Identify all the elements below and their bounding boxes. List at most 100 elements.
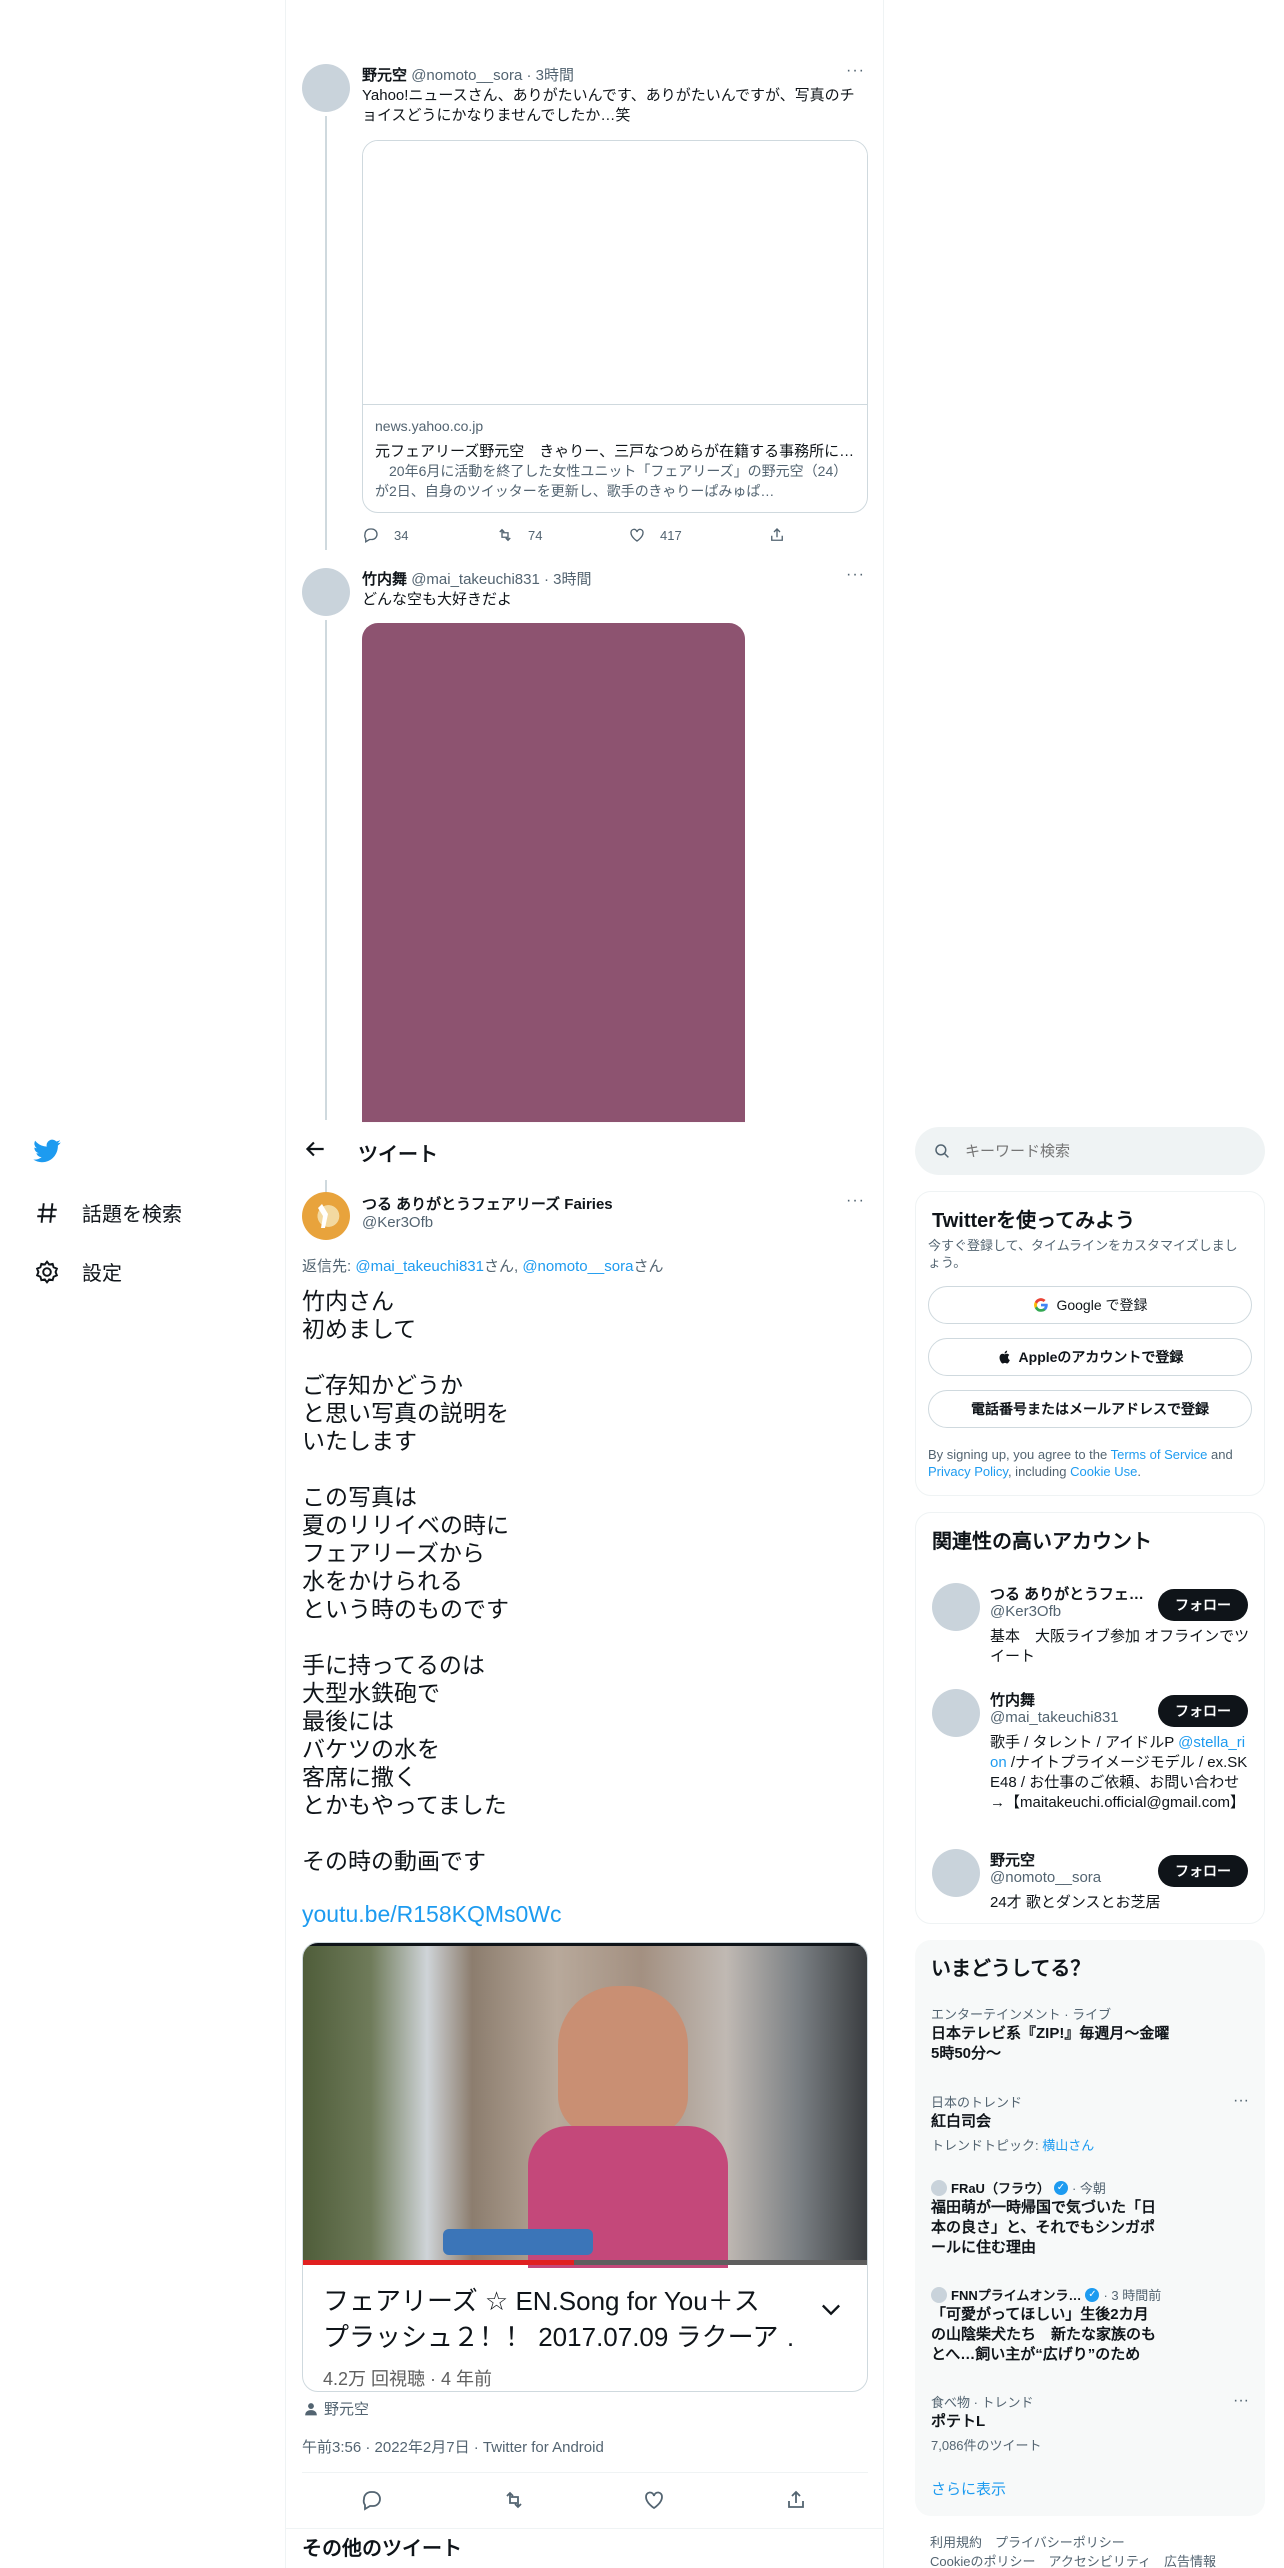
share-icon: [771, 528, 783, 541]
account-item[interactable]: 野元空 @nomoto__sora 24才 歌とダンスとお芝居 フォロー: [916, 1841, 1264, 1921]
video-thumbnail[interactable]: [303, 1943, 867, 2268]
trends-title: いまどうしてる？: [931, 1958, 1091, 1980]
mention-link[interactable]: @mai_takeuchi831: [355, 1258, 484, 1275]
share-button[interactable]: [768, 526, 786, 544]
more-options-icon[interactable]: ···: [846, 62, 865, 80]
account-handle: @nomoto__sora: [990, 1869, 1102, 1886]
author-handle[interactable]: @Ker3Ofb: [362, 1214, 433, 1231]
search-box[interactable]: [915, 1127, 1265, 1175]
show-more-link[interactable]: さらに表示: [931, 2478, 1006, 2499]
phone-email-signup-button[interactable]: 電話番号またはメールアドレスで登録: [928, 1390, 1252, 1428]
link-card[interactable]: news.yahoo.co.jp 元フェアリーズ野元空 きゃりー、三戸なつめらが…: [362, 140, 868, 513]
footer-links[interactable]: Cookieのポリシー アクセシビリティ 広告情報: [930, 2551, 1216, 2568]
trend-category: 日本のトレンド: [931, 2095, 1023, 2110]
account-name[interactable]: 竹内舞: [990, 1689, 1035, 1710]
verified-badge-icon: ✓: [1085, 2287, 1100, 2302]
trend-title[interactable]: 日本テレビ系『ZIP!』毎週月〜金曜 5時50分〜: [931, 2024, 1171, 2064]
avatar[interactable]: [302, 568, 350, 616]
avatar[interactable]: [932, 1583, 980, 1631]
page-title: ツイート: [358, 1144, 438, 1166]
search-input[interactable]: [965, 1142, 1225, 1160]
link-card-domain: news.yahoo.co.jp: [375, 418, 484, 434]
sidebar-item-explore[interactable]: 話題を検索: [34, 1198, 182, 1227]
trend-title[interactable]: ポテトL: [931, 2412, 985, 2432]
related-title: 関連性の高いアカウント: [932, 1531, 1152, 1553]
author-name[interactable]: つる ありがとうフェアリーズ Fairies: [362, 1193, 613, 1214]
avatar[interactable]: [302, 1192, 350, 1240]
account-handle: @mai_takeuchi831: [990, 1709, 1119, 1726]
divider: [286, 2528, 883, 2529]
follow-button[interactable]: フォロー: [1158, 1695, 1248, 1727]
tweet-text: どんな空も大好きだよ: [362, 591, 513, 608]
follow-button[interactable]: フォロー: [1158, 1855, 1248, 1887]
like-button[interactable]: [642, 2488, 666, 2517]
like-button[interactable]: 417: [628, 526, 682, 544]
follow-button[interactable]: フォロー: [1158, 1589, 1248, 1621]
tweet-image[interactable]: [362, 623, 745, 1123]
trend-topic-link[interactable]: 横山さん: [1042, 2138, 1094, 2153]
more-options-icon[interactable]: ···: [846, 1192, 865, 1210]
apple-icon: [999, 1350, 1010, 1364]
signup-panel: Twitterを使ってみよう 今すぐ登録して、タイムラインをカスタマイズしましょ…: [915, 1191, 1265, 1496]
more-options-icon[interactable]: ···: [1233, 2092, 1249, 2110]
reply-button[interactable]: [360, 2488, 384, 2517]
sidebar-item-settings[interactable]: 設定: [34, 1257, 122, 1286]
trend-source: FNNプライムオンラ… ✓ · 3 時間前: [931, 2285, 1161, 2304]
video-progress-bar: [303, 2260, 867, 2265]
sidebar-item-label: 話題を検索: [82, 1204, 182, 1226]
tweet-text: Yahoo!ニュースさん、ありがたいんです、ありがたいんですが、写真のチョイスど…: [362, 87, 855, 124]
more-options-icon[interactable]: ···: [846, 566, 865, 584]
account-name[interactable]: つる ありがとうフェ…: [990, 1583, 1144, 1604]
footer-links[interactable]: 利用規約 プライバシーポリシー: [930, 2532, 1125, 2551]
share-icon: [788, 2490, 804, 2508]
trend-subtitle: トレンドトピック: 横山さん: [931, 2138, 1095, 2153]
account-handle: @Ker3Ofb: [990, 1603, 1062, 1620]
tweet-author[interactable]: 野元空 @nomoto__sora · 3時間: [362, 64, 574, 85]
avatar[interactable]: [302, 64, 350, 112]
video-card[interactable]: フェアリーズ ☆ EN.Song for You＋ス プラッシュ２！！ 2017…: [302, 1942, 868, 2392]
avatar[interactable]: [932, 1849, 980, 1897]
more-options-icon[interactable]: ···: [1233, 2392, 1249, 2410]
expand-chevron-icon[interactable]: [817, 2295, 845, 2328]
main-column-right-border: [883, 0, 884, 2568]
privacy-link[interactable]: Privacy Policy: [928, 1464, 1008, 1479]
cookie-link[interactable]: Cookie Use: [1070, 1464, 1137, 1479]
trend-title[interactable]: 紅白司会: [931, 2112, 991, 2132]
retweet-button[interactable]: [502, 2488, 526, 2517]
thread-connector: [325, 620, 327, 1120]
video-title: フェアリーズ ☆ EN.Song for You＋ス プラッシュ２！！ 2017…: [323, 2286, 793, 2352]
tweet-body: 竹内さん 初めまして ご存知かどうか と思い写真の説明を いたします この写真は…: [302, 1288, 509, 1874]
tweet-author[interactable]: 竹内舞 @mai_takeuchi831 · 3時間: [362, 568, 592, 589]
terms-link[interactable]: Terms of Service: [1111, 1447, 1208, 1462]
avatar[interactable]: [932, 1689, 980, 1737]
signup-subtitle: 今すぐ登録して、タイムラインをカスタマイズしましょう。: [928, 1238, 1238, 1270]
account-name[interactable]: 野元空: [990, 1849, 1035, 1870]
tweet-timestamp[interactable]: 午前3:56 · 2022年2月7日 · Twitter for Android: [302, 2436, 604, 2457]
twitter-logo-icon[interactable]: [32, 1136, 64, 1168]
related-accounts-panel: 関連性の高いアカウント つる ありがとうフェ… @Ker3Ofb 基本 大阪ライ…: [915, 1512, 1265, 1924]
back-arrow-icon[interactable]: [302, 1136, 330, 1164]
reply-button[interactable]: 34: [362, 526, 408, 544]
verified-badge-icon: ✓: [1053, 2180, 1068, 2195]
video-link[interactable]: youtu.be/R158KQMs0Wc: [302, 1901, 562, 1928]
trend-title[interactable]: 福田萌が一時帰国で気づいた「日本の良さ」と、それでもシンガポールに住む理由: [931, 2198, 1161, 2258]
retweet-icon: [506, 2491, 522, 2509]
account-item[interactable]: つる ありがとうフェ… @Ker3Ofb 基本 大阪ライブ参加 オフラインでツイ…: [916, 1569, 1264, 1665]
share-button[interactable]: [784, 2488, 808, 2517]
heart-icon: [645, 2491, 663, 2510]
reply-icon: [362, 2491, 381, 2511]
trend-title[interactable]: 「可愛がってほしい」生後2カ月の山陰柴犬たち 新たな家族のもとへ…飼い主が“広げ…: [931, 2305, 1161, 2365]
apple-signup-button[interactable]: Appleのアカウントで登録: [928, 1338, 1252, 1376]
tagged-user[interactable]: 野元空: [304, 2398, 369, 2419]
retweet-button[interactable]: 74: [496, 526, 542, 544]
link-card-description: 20年6月に活動を終了した女性ユニット「フェアリーズ」の野元空（24）が2日、自…: [375, 463, 848, 499]
google-signup-button[interactable]: Google で登録: [928, 1286, 1252, 1324]
account-bio: 歌手 / タレント / アイドルP @stella_rion /ナイトプライメー…: [990, 1734, 1248, 1811]
trend-subtitle: 7,086件のツイート: [931, 2438, 1042, 2453]
trend-category: 食べ物 · トレンド: [931, 2395, 1034, 2410]
account-item[interactable]: 竹内舞 @mai_takeuchi831 歌手 / タレント / アイドルP @…: [916, 1675, 1264, 1831]
signup-terms: By signing up, you agree to the Terms of…: [928, 1447, 1233, 1479]
link-card-title: 元フェアリーズ野元空 きゃりー、三戸なつめらが在籍する事務所に…: [375, 443, 855, 460]
trends-panel: いまどうしてる？ エンターテインメント · ライブ 日本テレビ系『ZIP!』毎週…: [915, 1940, 1265, 2516]
mention-link[interactable]: @nomoto__sora: [522, 1258, 633, 1275]
